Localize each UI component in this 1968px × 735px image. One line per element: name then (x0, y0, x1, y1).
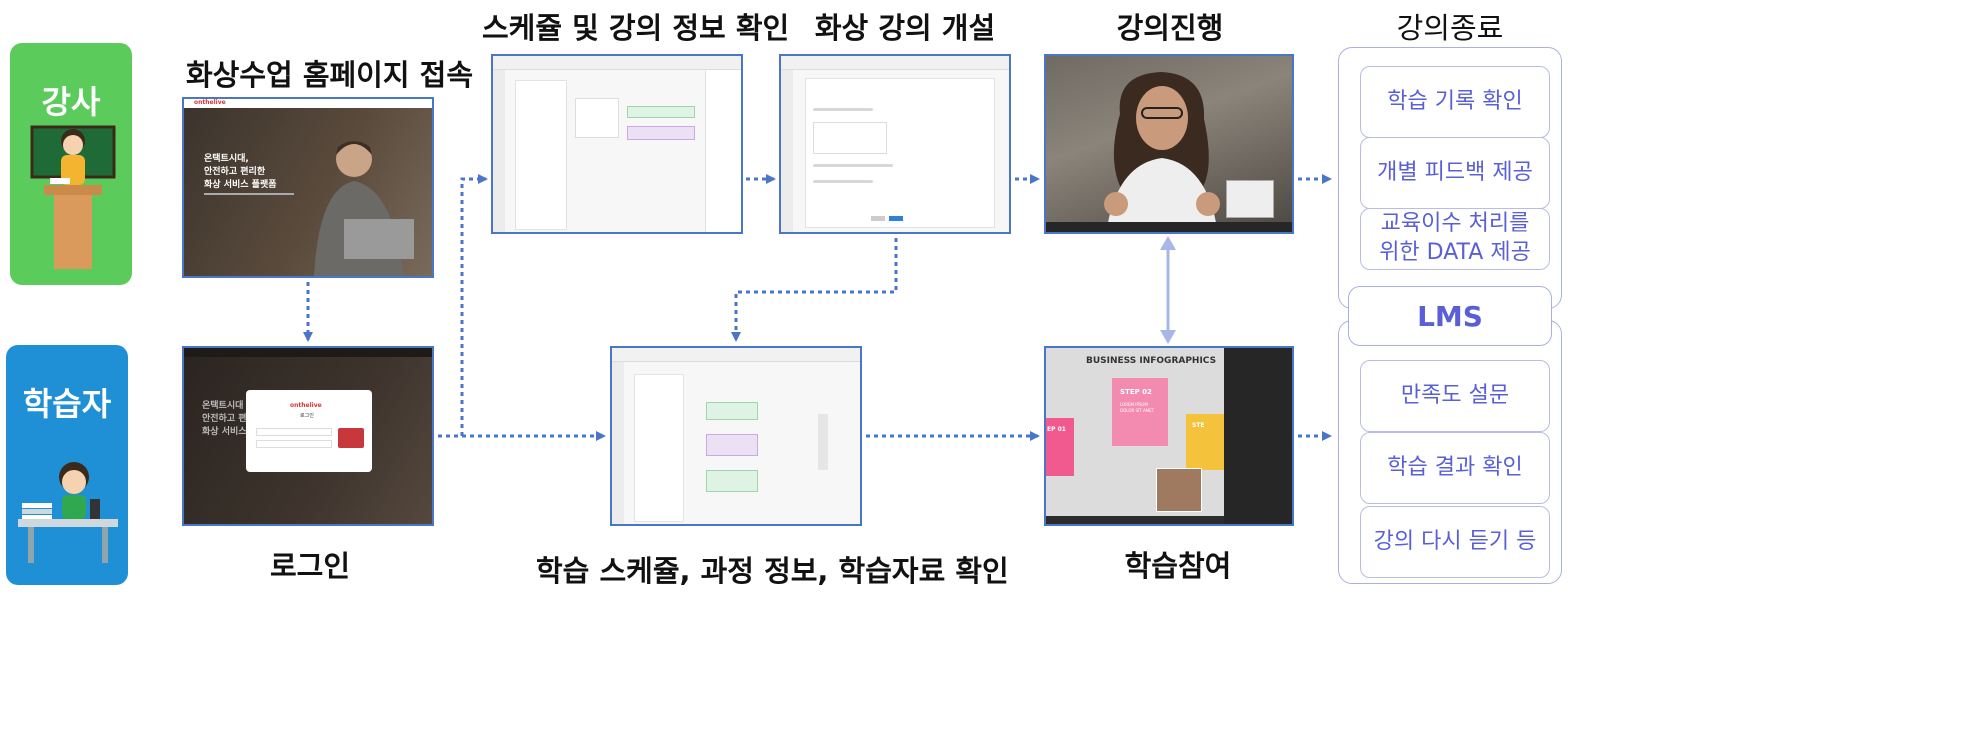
open-lecture-screenshot (779, 54, 1011, 234)
login-dialog-brand: onthelive (290, 402, 322, 409)
homepage-headline-1: 온택트시대, (204, 154, 249, 164)
homepage-headline-3: 화상 서비스 플랫폼 (204, 180, 277, 190)
homepage-step-title: 화상수업 홈페이지 접속 (186, 58, 473, 92)
student-icon (18, 462, 118, 563)
lecture-progress-video (1044, 54, 1294, 234)
login-headline-3: 화상 서비스 (202, 427, 247, 437)
instructor-role-label: 강사 (41, 83, 101, 121)
lecture-end-step-title: 강의종료 (1396, 11, 1504, 45)
open-lecture-step-title: 화상 강의 개설 (814, 11, 996, 45)
lms-label: LMS (1348, 286, 1552, 346)
learner-role-box: 학습자 (6, 345, 128, 585)
lms-satisfaction-survey-item: 만족도 설문 (1360, 360, 1550, 432)
login-dialog: onthelive 로그인 (246, 390, 372, 472)
infographic-left-title: EP 01 (1047, 426, 1066, 433)
lms-learning-result-item: 학습 결과 확인 (1360, 432, 1550, 504)
instructor-video-photo (1104, 72, 1220, 232)
infographic-right-card: STE (1186, 414, 1224, 470)
homepage-brand: onthelive (194, 99, 226, 106)
infographic-title: BUSINESS INFOGRAPHICS (1086, 356, 1217, 366)
login-screenshot: 온택트시대 안전하고 편 화상 서비스 onthelive 로그인 (182, 346, 434, 526)
login-dialog-title: 로그인 (300, 413, 314, 419)
man-photo (314, 141, 414, 276)
infographic-step-body-2: DOLOR SIT AMET (1120, 408, 1155, 413)
login-headline-2: 안전하고 편 (202, 414, 247, 424)
infographic-step-body-1: LOREM IPSUM (1120, 402, 1148, 407)
infographic-step-card: STEP 02 LOREM IPSUM DOLOR SIT AMET (1112, 378, 1168, 446)
learner-role-label: 학습자 (22, 385, 112, 423)
lms-individual-feedback-item: 개별 피드백 제공 (1360, 137, 1550, 209)
infographic-step-title: STEP 02 (1120, 388, 1152, 396)
learner-schedule-screenshot (610, 346, 862, 526)
lecture-progress-step-title: 강의진행 (1116, 11, 1224, 45)
login-step-title: 로그인 (269, 549, 351, 583)
infographic-left-card: EP 01 (1046, 418, 1074, 476)
lms-data-provision-item: 교육이수 처리를 위한 DATA 제공 (1360, 208, 1550, 270)
teacher-icon (30, 125, 116, 269)
instructor-role-box: 강사 (10, 43, 132, 285)
login-headline-1: 온택트시대 (202, 401, 244, 411)
lms-replay-lecture-item: 강의 다시 듣기 등 (1360, 506, 1550, 578)
homepage-headline-2: 안전하고 편리한 (204, 167, 266, 177)
schedule-check-step-title: 스케쥴 및 강의 정보 확인 (482, 11, 790, 45)
homepage-screenshot: onthelive 온택트시대, 안전하고 편리한 화상 서비스 플랫폼 (182, 97, 434, 278)
instructor-schedule-screenshot (491, 54, 743, 234)
learning-participation-screenshot: BUSINESS INFOGRAPHICS STEP 02 LOREM IPSU… (1044, 346, 1294, 526)
lms-learning-record-item: 학습 기록 확인 (1360, 66, 1550, 138)
learning-participation-step-title: 학습참여 (1124, 549, 1232, 583)
learner-schedule-step-title: 학습 스케쥴, 과정 정보, 학습자료 확인 (536, 554, 1009, 588)
infographic-right-title: STE (1192, 422, 1205, 429)
